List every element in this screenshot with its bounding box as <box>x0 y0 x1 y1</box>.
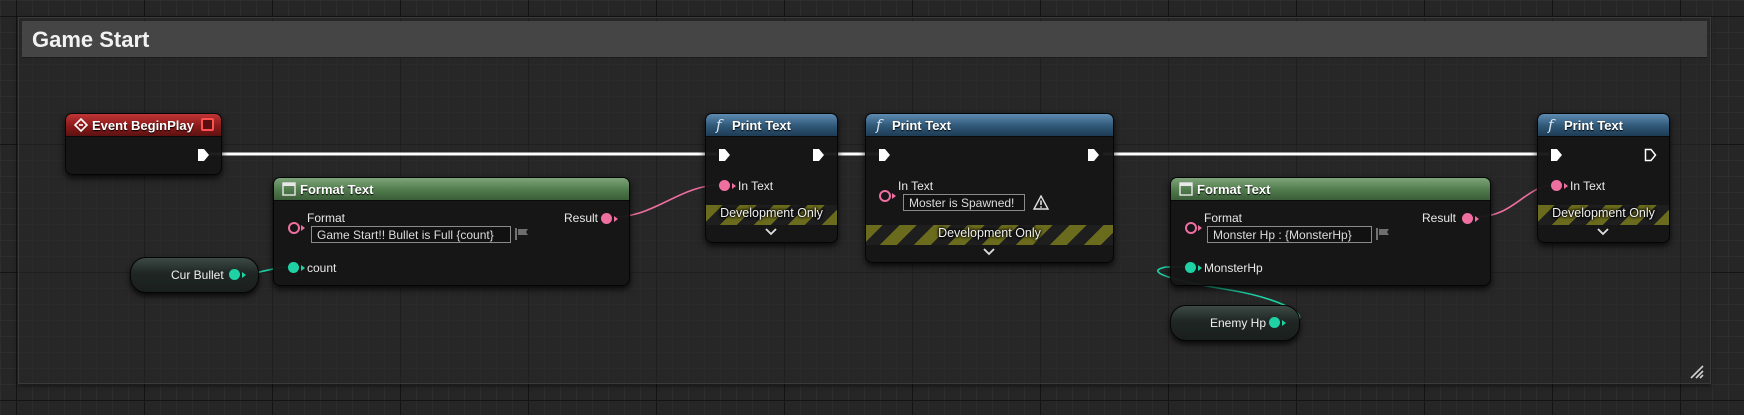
format-text-field[interactable]: Monster Hp : {MonsterHp} <box>1207 226 1372 243</box>
node-title: Event BeginPlay <box>92 118 194 133</box>
print-text-node-2[interactable]: f Print Text In Text Moster is Spawned! … <box>865 113 1114 263</box>
node-title: Print Text <box>1564 118 1623 133</box>
in-text-pin[interactable] <box>719 180 730 191</box>
function-box-icon <box>282 182 296 196</box>
node-title: Print Text <box>732 118 791 133</box>
variable-label: Enemy Hp <box>1210 316 1267 330</box>
exec-in-pin[interactable] <box>1550 148 1563 162</box>
cur-bullet-variable-node[interactable]: Cur Bullet <box>130 257 259 293</box>
localization-flag-icon[interactable] <box>1375 227 1391 241</box>
event-beginplay-node[interactable]: Event BeginPlay <box>65 113 222 175</box>
function-icon: f <box>876 116 882 134</box>
pin-arrow <box>732 183 736 189</box>
expand-chevron-icon[interactable] <box>765 228 777 236</box>
format-input-pin[interactable] <box>288 222 300 234</box>
format-label: Format <box>307 211 346 225</box>
monsterhp-label: MonsterHp <box>1204 261 1263 275</box>
exec-out-pin-unconnected[interactable] <box>1644 148 1657 162</box>
stop-icon <box>201 118 214 131</box>
format-text-node-1[interactable]: Format Text Format Game Start!! Bullet i… <box>273 177 630 286</box>
pin-arrow <box>301 225 305 231</box>
print-text-node-1[interactable]: f Print Text In Text Development Only <box>705 113 838 243</box>
warning-icon <box>1033 195 1049 210</box>
pin-arrow <box>1564 183 1568 189</box>
node-title: Print Text <box>892 118 951 133</box>
node-header: Format Text <box>274 178 629 201</box>
enemy-hp-variable-node[interactable]: Enemy Hp <box>1170 305 1300 341</box>
exec-in-pin[interactable] <box>878 148 891 162</box>
result-label: Result <box>564 211 599 225</box>
format-input-pin[interactable] <box>1185 222 1197 234</box>
count-input-pin[interactable] <box>288 262 299 273</box>
node-header: f Print Text <box>866 114 1113 137</box>
monsterhp-input-pin[interactable] <box>1185 262 1196 273</box>
in-text-label: In Text <box>738 179 774 193</box>
in-text-field[interactable]: Moster is Spawned! <box>903 194 1025 211</box>
node-header: Format Text <box>1171 178 1490 201</box>
node-header: Event BeginPlay <box>66 114 221 137</box>
pin-arrow <box>1282 320 1286 326</box>
node-header: f Print Text <box>1538 114 1669 137</box>
result-output-pin[interactable] <box>1462 213 1473 224</box>
print-text-node-3[interactable]: f Print Text In Text Development Only <box>1537 113 1670 243</box>
exec-out-pin[interactable] <box>1087 148 1100 162</box>
event-diamond-icon <box>74 118 88 132</box>
in-text-pin[interactable] <box>1551 180 1562 191</box>
in-text-pin[interactable] <box>879 190 891 202</box>
function-icon: f <box>1548 116 1554 134</box>
variable-label: Cur Bullet <box>171 268 224 282</box>
in-text-label: In Text <box>898 179 934 193</box>
pin-arrow <box>614 216 618 222</box>
development-only-label: Development Only <box>938 226 1041 240</box>
node-header: f Print Text <box>706 114 837 137</box>
in-text-label: In Text <box>1570 179 1606 193</box>
format-text-node-2[interactable]: Format Text Format Monster Hp : {Monster… <box>1170 177 1491 286</box>
expand-chevron-icon[interactable] <box>1597 228 1609 236</box>
exec-in-pin[interactable] <box>718 148 731 162</box>
pin-arrow <box>892 193 896 199</box>
pin-arrow <box>1475 216 1479 222</box>
exec-out-pin[interactable] <box>812 148 825 162</box>
node-title: Format Text <box>1197 182 1271 197</box>
comment-title: Game Start <box>32 27 150 52</box>
comment-header[interactable]: Game Start <box>22 21 1707 58</box>
exec-out-pin[interactable] <box>197 148 210 162</box>
node-title: Format Text <box>300 182 374 197</box>
pin-arrow <box>1198 265 1202 271</box>
development-only-label: Development Only <box>1552 206 1655 220</box>
development-only-label: Development Only <box>720 206 823 220</box>
pin-arrow <box>242 272 246 278</box>
localization-flag-icon[interactable] <box>514 227 530 241</box>
result-label: Result <box>1422 211 1457 225</box>
resize-handle-icon[interactable] <box>1688 363 1704 379</box>
cur-bullet-output-pin[interactable] <box>229 269 240 280</box>
count-label: count <box>307 261 337 275</box>
format-text-field[interactable]: Game Start!! Bullet is Full {count} <box>311 226 511 243</box>
function-icon: f <box>716 116 722 134</box>
enemy-hp-output-pin[interactable] <box>1269 317 1280 328</box>
pin-arrow <box>1198 225 1202 231</box>
expand-chevron-icon[interactable] <box>983 248 995 256</box>
pin-arrow <box>301 265 305 271</box>
result-output-pin[interactable] <box>601 213 612 224</box>
function-box-icon <box>1179 182 1193 196</box>
format-label: Format <box>1204 211 1243 225</box>
